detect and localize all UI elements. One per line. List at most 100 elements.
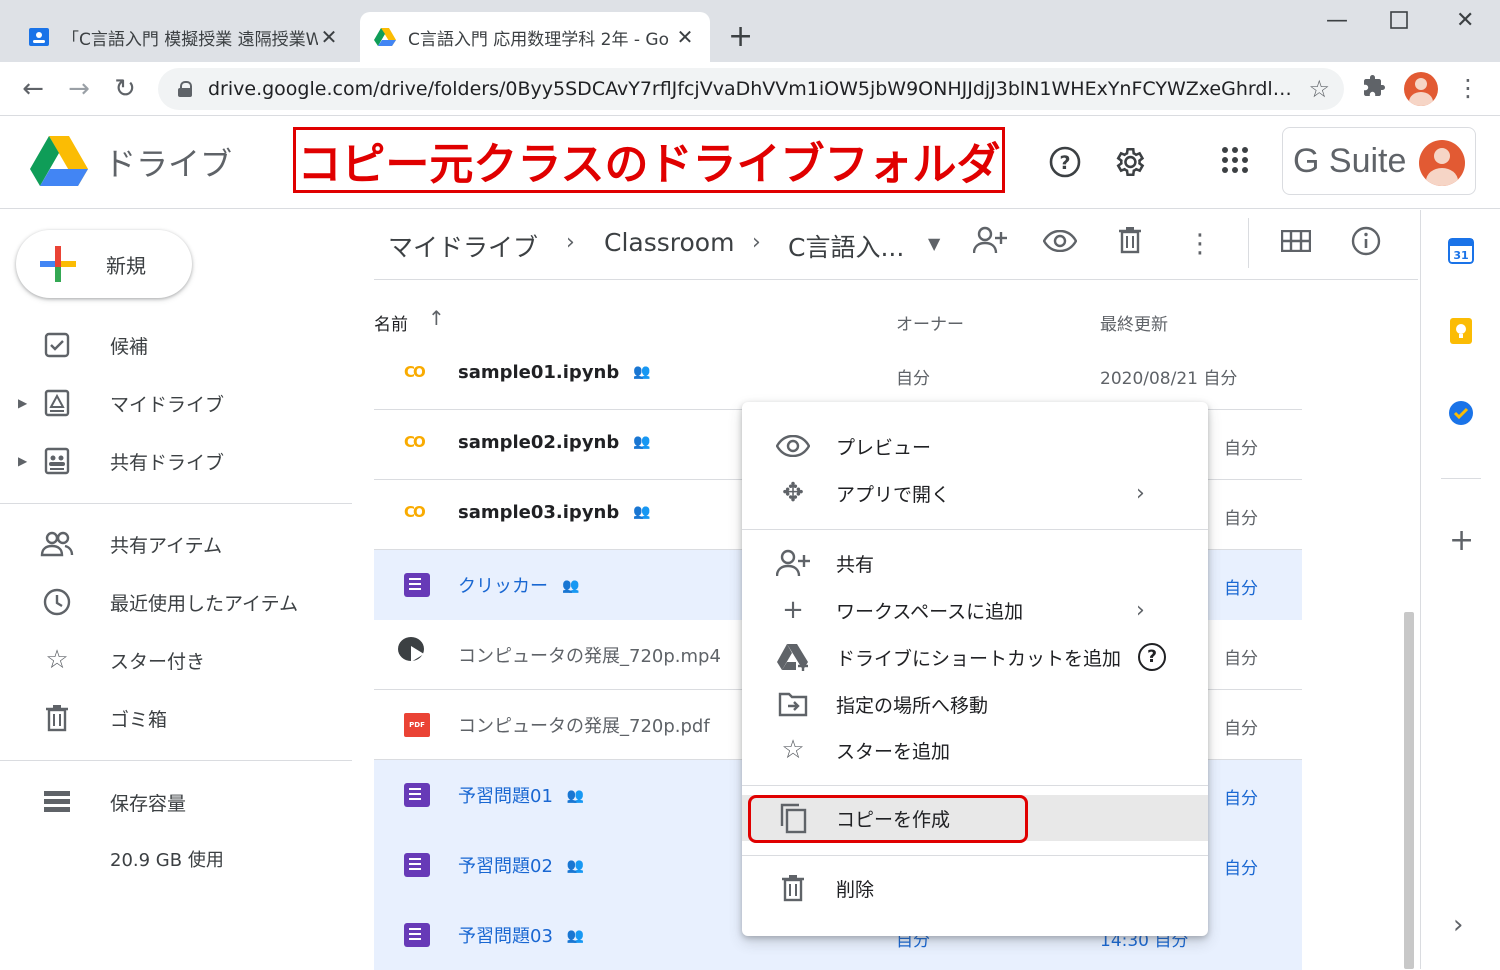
eye-icon[interactable] (1042, 226, 1078, 262)
scrollbar[interactable] (1404, 612, 1414, 969)
sidebar-item-my-drive[interactable]: ▶ マイドライブ (0, 379, 352, 427)
settings-gear-icon[interactable] (1112, 145, 1146, 179)
grid-view-icon[interactable] (1278, 226, 1314, 262)
sidebar-item-starred[interactable]: ☆ スター付き (0, 636, 352, 684)
menu-item-move[interactable]: 指定の場所へ移動 (742, 681, 1208, 727)
colab-icon: CO (404, 363, 426, 381)
side-panel-rail: 31 + › (1420, 210, 1500, 969)
sidebar-item-shared-with-me[interactable]: 共有アイテム (0, 520, 352, 568)
sidebar-item-label: マイドライブ (110, 393, 225, 416)
gsuite-account-button[interactable]: G Suite (1282, 127, 1476, 195)
sidebar-item-label: 最近使用したアイテム (110, 592, 299, 615)
sidebar-divider (0, 760, 352, 761)
file-modified: 自分 (1224, 789, 1258, 809)
shared-people-icon: 👥 (633, 434, 651, 450)
check-square-icon (40, 328, 74, 362)
file-modified: 自分 (1224, 509, 1258, 529)
drive-header: ドライブ コピー元クラスのドライブフォルダ ? G Suite (0, 117, 1500, 209)
breadcrumb-item-current[interactable]: C言語入... (788, 228, 904, 264)
help-icon[interactable]: ? (1048, 145, 1082, 179)
more-vert-icon[interactable]: ⋮ (1182, 226, 1218, 262)
browser-tab-drive[interactable]: C言語入門 応用数理学科 2年 - Go ✕ (360, 12, 710, 62)
new-button[interactable]: 新規 (16, 230, 192, 298)
forward-icon[interactable]: → (64, 74, 94, 104)
browser-menu-icon[interactable]: ⋮ (1456, 74, 1480, 102)
menu-item-add-to-workspace[interactable]: + ワークスペースに追加 › (742, 587, 1208, 633)
column-header-name[interactable]: 名前 (374, 310, 408, 335)
add-person-icon (775, 546, 810, 580)
menu-item-label: スターを追加 (836, 740, 951, 763)
sidebar-item-shared-drives[interactable]: ▶ 共有ドライブ (0, 437, 352, 485)
calendar-icon[interactable]: 31 (1448, 238, 1474, 264)
file-modified: 2020/08/21 自分 (1100, 369, 1238, 389)
breadcrumb-item[interactable]: Classroom (604, 228, 734, 257)
new-tab-button[interactable]: + (728, 22, 753, 52)
breadcrumb-item[interactable]: マイドライブ (388, 228, 538, 264)
menu-item-label: 削除 (836, 878, 875, 901)
file-owner: 自分 (896, 369, 930, 389)
address-bar[interactable]: drive.google.com/drive/folders/0Byy5SDCA… (158, 68, 1344, 110)
menu-item-add-shortcut[interactable]: ドライブにショートカットを追加 ? (742, 634, 1208, 680)
sidebar-item-label: 共有アイテム (110, 534, 223, 557)
add-addon-icon[interactable]: + (1449, 526, 1474, 556)
reload-icon[interactable]: ↻ (110, 74, 140, 104)
file-name: 予習問題02 👥 (458, 856, 585, 877)
close-tab-icon[interactable]: ✕ (318, 25, 340, 49)
menu-item-delete[interactable]: 削除 (742, 865, 1208, 911)
drive-logo-icon[interactable] (30, 135, 88, 187)
expand-arrow-icon[interactable]: ▶ (18, 396, 27, 410)
menu-item-share[interactable]: 共有 (742, 540, 1208, 586)
menu-item-preview[interactable]: プレビュー (742, 423, 1208, 469)
bookmark-star-icon[interactable]: ☆ (1308, 75, 1330, 103)
video-icon (398, 637, 424, 662)
chevron-right-icon: › (752, 230, 761, 255)
apps-grid-icon[interactable] (1218, 145, 1252, 179)
chevron-right-icon: › (1136, 597, 1145, 623)
maximize-icon[interactable] (1390, 10, 1408, 35)
move-folder-icon (776, 687, 810, 721)
profile-avatar[interactable] (1404, 72, 1438, 106)
file-name: sample02.ipynb 👥 (458, 432, 651, 453)
column-header-modified[interactable]: 最終更新 (1100, 310, 1168, 335)
add-person-icon[interactable] (972, 226, 1008, 262)
sort-arrow-up-icon[interactable]: ↑ (428, 306, 445, 330)
menu-item-open-with[interactable]: ✥ アプリで開く › (742, 470, 1208, 516)
extensions-icon[interactable] (1362, 74, 1386, 104)
clock-icon (40, 585, 74, 619)
info-icon[interactable] (1348, 226, 1384, 262)
new-button-label: 新規 (106, 253, 146, 278)
colab-icon: CO (404, 433, 426, 451)
expand-arrow-icon[interactable]: ▶ (18, 454, 27, 468)
browser-tab-classroom[interactable]: 「C言語入門 模擬授業 遠隔授業W ✕ (14, 12, 354, 62)
dropdown-arrow-icon[interactable]: ▼ (928, 234, 940, 253)
column-header-owner[interactable]: オーナー (896, 310, 964, 335)
trash-icon[interactable] (1112, 226, 1148, 262)
shared-people-icon: 👥 (633, 504, 651, 520)
close-tab-icon[interactable]: ✕ (674, 25, 696, 49)
file-name: 予習問題03 👥 (458, 926, 585, 947)
sidebar-item-storage[interactable]: 保存容量 (0, 778, 352, 826)
sidebar-item-trash[interactable]: ゴミ箱 (0, 694, 352, 742)
sidebar-divider (0, 503, 352, 504)
minimize-icon[interactable]: — (1326, 8, 1348, 33)
file-row[interactable]: CO sample01.ipynb 👥 自分 2020/08/21 自分 (374, 340, 1302, 410)
sidebar-item-label: ゴミ箱 (110, 708, 168, 731)
back-icon[interactable]: ← (18, 74, 48, 104)
file-name: sample03.ipynb 👥 (458, 502, 651, 523)
star-icon: ☆ (781, 735, 805, 765)
chevron-right-icon: › (566, 230, 575, 255)
expand-panel-chevron-icon[interactable]: › (1453, 910, 1463, 940)
menu-item-add-star[interactable]: ☆ スターを追加 (742, 727, 1208, 773)
lock-icon (178, 81, 192, 97)
sidebar-item-recent[interactable]: 最近使用したアイテム (0, 578, 352, 626)
drive-app-name[interactable]: ドライブ (104, 139, 232, 185)
file-name: クリッカー 👥 (458, 576, 580, 597)
keep-icon[interactable] (1448, 318, 1474, 344)
google-form-icon (404, 853, 430, 877)
close-window-icon[interactable]: ✕ (1456, 8, 1474, 33)
tab-title: C言語入門 応用数理学科 2年 - Go (408, 29, 670, 50)
eye-icon (775, 429, 811, 463)
sidebar-item-suggested[interactable]: 候補 (0, 321, 352, 369)
tasks-icon[interactable] (1448, 400, 1474, 426)
help-icon[interactable]: ? (1138, 643, 1166, 671)
